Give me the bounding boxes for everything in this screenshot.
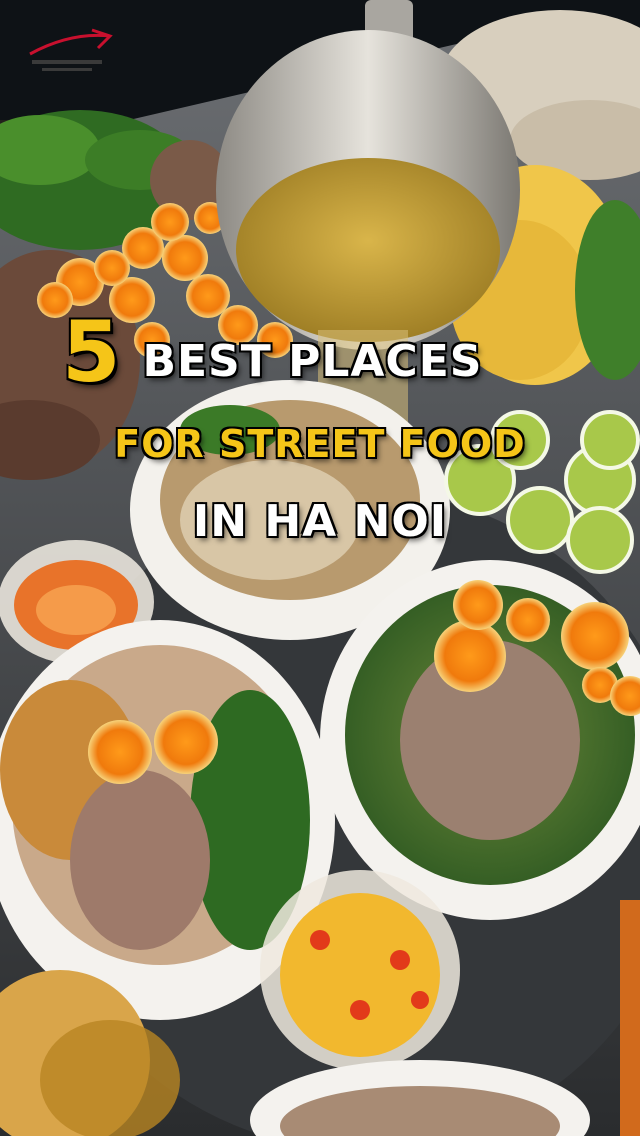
food-photo-scene: 5 BEST PLACES FOR STREET FOOD IN HA NOI	[0, 0, 640, 1136]
headline-number: 5	[62, 303, 121, 401]
headline-best-places: BEST PLACES	[142, 336, 483, 387]
headline-line-2: FOR STREET FOOD	[114, 422, 526, 466]
headline-line-1: 5 BEST PLACES	[62, 310, 482, 394]
headline-line-3: IN HA NOI	[192, 496, 448, 547]
brand-logo	[29, 28, 113, 71]
headline: 5 BEST PLACES FOR STREET FOOD IN HA NOI	[0, 310, 640, 570]
